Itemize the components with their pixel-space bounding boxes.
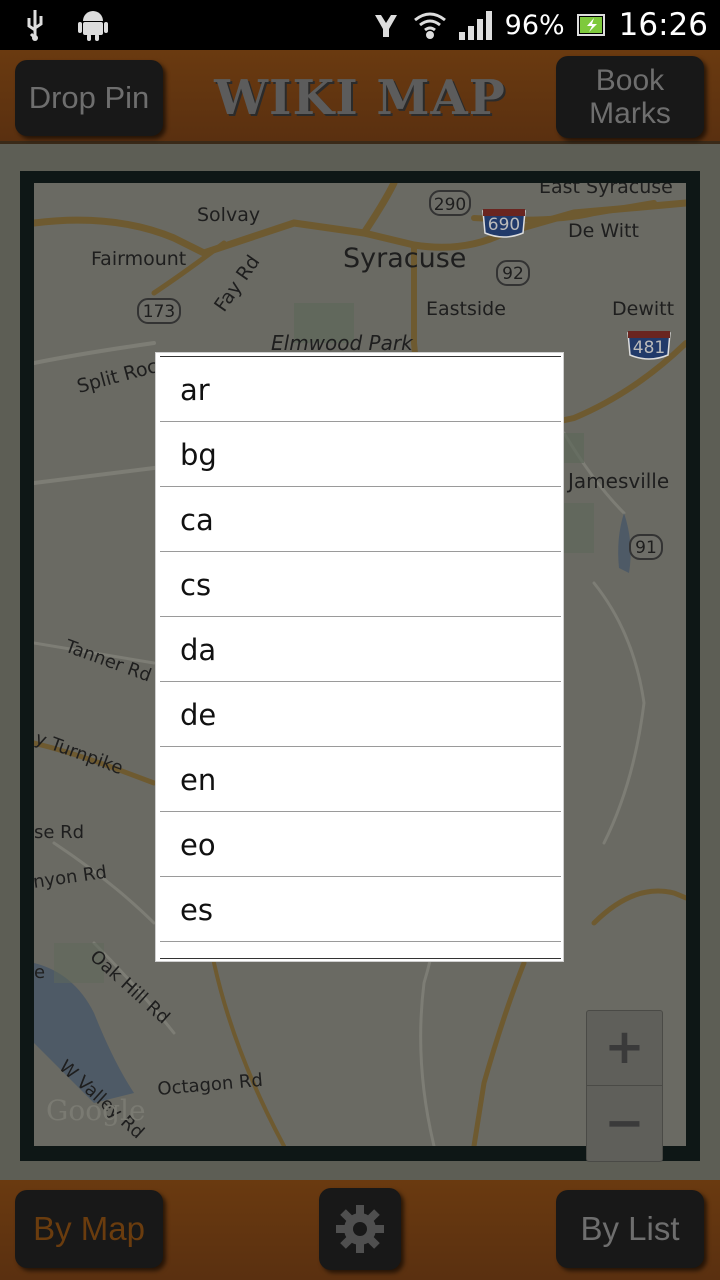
bottom-bar: By Map By List — [0, 1180, 720, 1280]
language-item-de[interactable]: de — [160, 682, 561, 747]
map-label-solvay: Solvay — [197, 204, 260, 226]
map-label-tanner-rd: Tanner Rd — [61, 636, 154, 687]
clock: 16:26 — [618, 7, 708, 43]
shield-91: 91 — [635, 538, 657, 558]
shield-290: 290 — [434, 195, 466, 215]
bookmarks-button[interactable]: Book Marks — [556, 56, 704, 138]
language-item-eo[interactable]: eo — [160, 812, 561, 877]
map-label-fay-rd: Fay Rd — [210, 251, 264, 316]
signal-icon — [458, 11, 492, 40]
status-bar: 96% 16:26 — [0, 0, 720, 50]
language-item-ca[interactable]: ca — [160, 487, 561, 552]
bookmarks-label-line1: Book — [595, 64, 665, 97]
map-label-jamesville: Jamesville — [566, 469, 669, 493]
map-label-se-rd: se Rd — [34, 822, 84, 843]
shield-481: 481 — [633, 338, 665, 358]
map-label-turnpike: y Turnpike — [34, 728, 126, 779]
google-logo: Google — [46, 1094, 146, 1127]
map-label-fairmount: Fairmount — [91, 248, 186, 270]
map-label-split-rock: Split Roc — [75, 355, 160, 398]
wifi-icon — [413, 12, 446, 39]
map-label-dewitt: Dewitt — [612, 298, 674, 320]
map-label-eastside: Eastside — [426, 298, 506, 320]
language-list[interactable]: ar bg ca cs da de en eo es — [160, 356, 561, 959]
zoom-controls: + − — [586, 1010, 663, 1162]
language-item-en[interactable]: en — [160, 747, 561, 812]
shield-690: 690 — [488, 215, 520, 235]
map-label-east-syracuse: East Syracuse — [539, 183, 673, 198]
bookmarks-label-line2: Marks — [589, 97, 671, 130]
gear-icon — [336, 1205, 384, 1253]
usb-icon — [27, 10, 43, 41]
by-list-button[interactable]: By List — [556, 1190, 704, 1268]
shield-173: 173 — [143, 302, 175, 322]
app-header: Drop Pin WIKI MAP Book Marks — [0, 50, 720, 144]
map-label-de-witt: De Witt — [568, 220, 639, 242]
language-item-da[interactable]: da — [160, 617, 561, 682]
shield-92: 92 — [502, 264, 524, 284]
map-label-nyon-rd: nyon Rd — [34, 862, 108, 893]
settings-button[interactable] — [319, 1188, 401, 1270]
battery-percent: 96% — [504, 9, 565, 41]
language-item-cs[interactable]: cs — [160, 552, 561, 617]
map-label-syracuse: Syracuse — [343, 243, 466, 274]
android-icon — [78, 11, 108, 41]
network-icon — [374, 15, 397, 37]
language-item-es[interactable]: es — [160, 877, 561, 942]
map-label-e: e — [34, 962, 45, 983]
language-dialog: ar bg ca cs da de en eo es — [155, 352, 564, 962]
map-label-octagon-rd: Octagon Rd — [157, 1070, 264, 1100]
battery-icon — [576, 14, 605, 36]
language-item-bg[interactable]: bg — [160, 422, 561, 487]
by-map-button[interactable]: By Map — [15, 1190, 163, 1268]
zoom-out-button[interactable]: − — [587, 1087, 662, 1162]
zoom-in-button[interactable]: + — [587, 1011, 662, 1086]
language-item-ar[interactable]: ar — [160, 357, 561, 422]
